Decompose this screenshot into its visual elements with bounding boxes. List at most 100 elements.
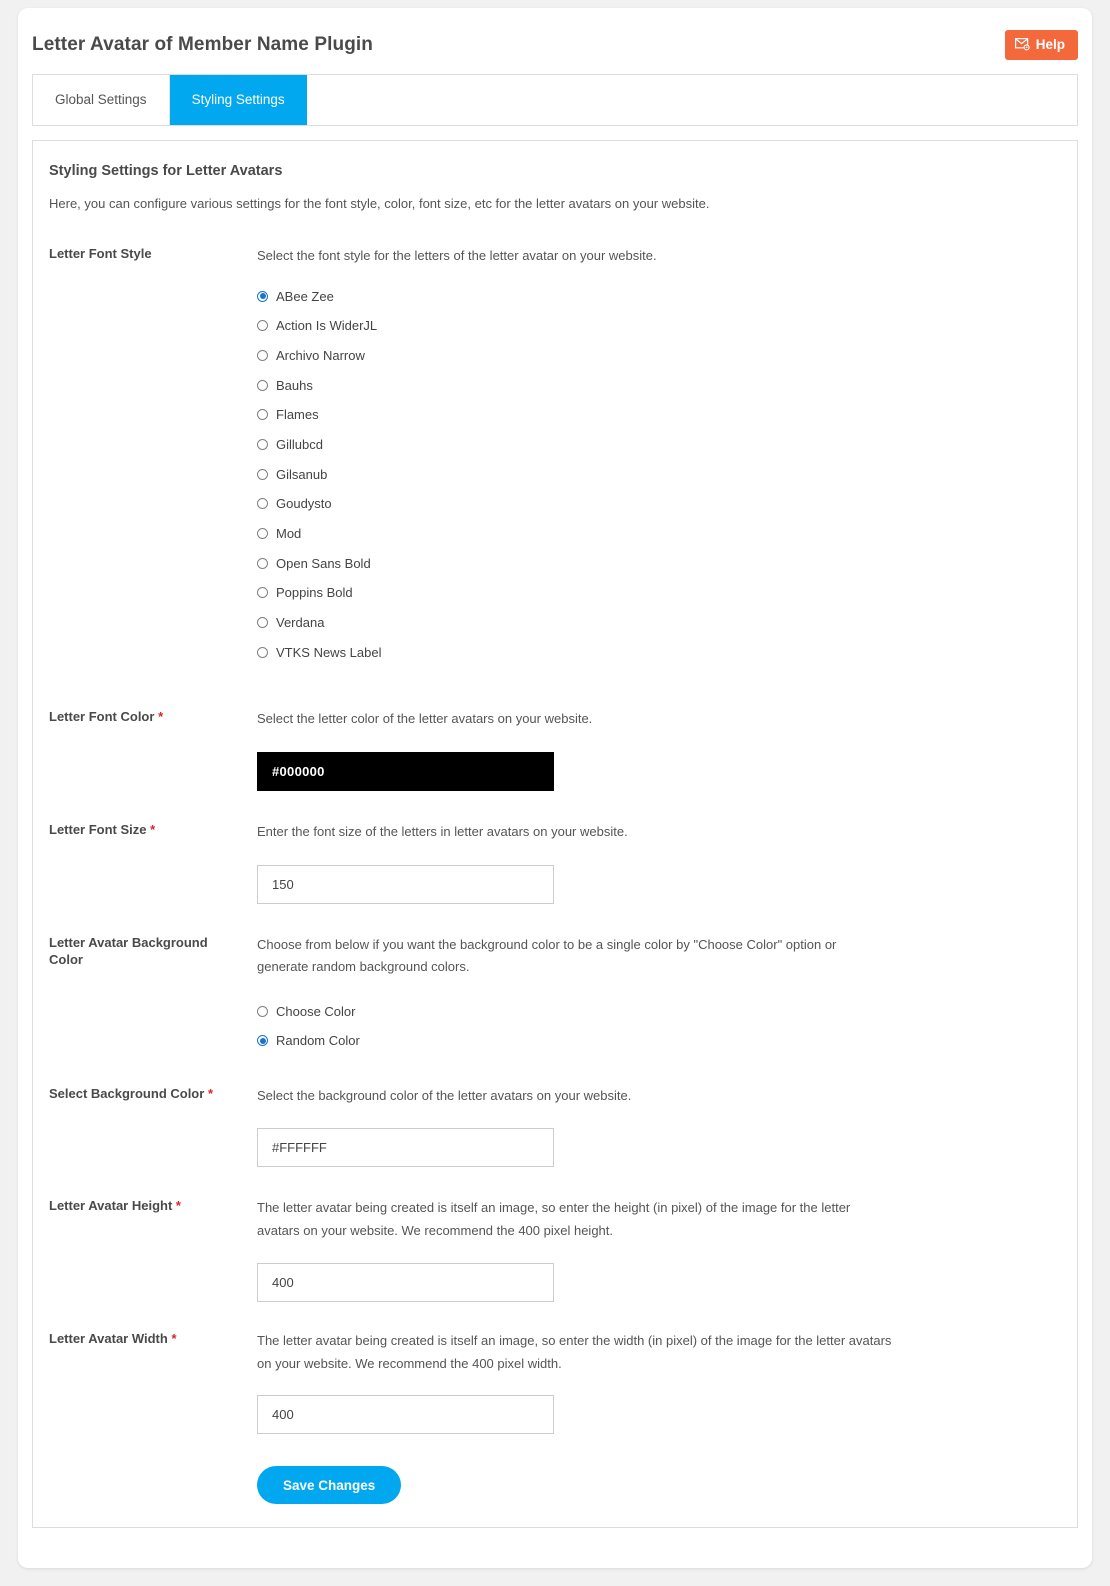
radio-label: VTKS News Label	[276, 644, 382, 660]
tab-global-settings-label: Global Settings	[55, 92, 147, 107]
tab-global-settings[interactable]: Global Settings	[33, 74, 170, 125]
radio-label: Gilsanub	[276, 466, 328, 482]
radio-indicator	[257, 290, 268, 302]
page-header: Letter Avatar of Member Name Plugin Help	[18, 8, 1092, 60]
field-label-text: Letter Font Style	[49, 245, 152, 261]
form-actions: Save Changes	[49, 1466, 1061, 1505]
field-label-select-background-color: Select Background Color *	[49, 1085, 257, 1103]
radio-font-gillubcd[interactable]: Gillubcd	[257, 430, 1061, 460]
field-label-letter-avatar-width: Letter Avatar Width *	[49, 1330, 257, 1348]
background-color-input[interactable]	[257, 1128, 554, 1168]
field-help-letter-font-size: Enter the font size of the letters in le…	[257, 823, 628, 839]
page-title: Letter Avatar of Member Name Plugin	[32, 33, 374, 55]
radio-label: Verdana	[276, 615, 325, 631]
radio-indicator	[257, 617, 268, 629]
panel-description: Here, you can configure various settings…	[49, 195, 710, 211]
field-background-color-mode: Letter Avatar Background Color Choose fr…	[49, 934, 1061, 1056]
required-asterisk: *	[171, 1330, 177, 1346]
radio-font-action-is-widerjl[interactable]: Action Is WiderJL	[257, 311, 1061, 341]
help-button-label: Help	[1035, 37, 1065, 52]
letter-avatar-width-input[interactable]	[257, 1395, 554, 1435]
mail-gear-icon	[1014, 38, 1030, 51]
field-body-background-color-mode: Choose from below if you want the backgr…	[257, 934, 1061, 1056]
radio-font-archivo-narrow[interactable]: Archivo Narrow	[257, 341, 1061, 371]
radio-font-gilsanub[interactable]: Gilsanub	[257, 459, 1061, 489]
field-label-text: Letter Avatar Width	[49, 1330, 168, 1346]
radio-label: Goudysto	[276, 496, 332, 512]
radio-label: Action Is WiderJL	[276, 318, 378, 334]
tab-styling-settings[interactable]: Styling Settings	[169, 74, 307, 125]
field-letter-avatar-width: Letter Avatar Width * The letter avatar …	[49, 1330, 1061, 1435]
radio-label: Bauhs	[276, 377, 313, 393]
radio-random-color[interactable]: Random Color	[257, 1026, 1061, 1056]
required-asterisk: *	[207, 1085, 213, 1101]
radio-label: Open Sans Bold	[276, 555, 371, 571]
radio-font-bauhs[interactable]: Bauhs	[257, 370, 1061, 400]
field-help-letter-avatar-width: The letter avatar being created is itsel…	[257, 1332, 892, 1371]
radio-indicator	[257, 468, 268, 480]
field-label-text: Select Background Color	[49, 1085, 205, 1101]
required-asterisk: *	[158, 709, 164, 725]
radio-indicator	[257, 439, 268, 451]
radio-label: Archivo Narrow	[276, 347, 365, 363]
radio-font-goudysto[interactable]: Goudysto	[257, 489, 1061, 519]
plugin-page-card: Letter Avatar of Member Name Plugin Help…	[18, 8, 1092, 1568]
tabs-filler	[307, 75, 1077, 125]
radio-font-vtks-news-label[interactable]: VTKS News Label	[257, 638, 1061, 668]
required-asterisk: *	[150, 821, 156, 837]
field-body-letter-font-color: Select the letter color of the letter av…	[257, 708, 1061, 791]
field-label-text: Letter Avatar Height	[49, 1198, 173, 1214]
save-changes-button[interactable]: Save Changes	[257, 1466, 402, 1505]
radio-indicator	[257, 349, 268, 361]
field-select-background-color: Select Background Color * Select the bac…	[49, 1085, 1061, 1168]
radio-indicator	[257, 528, 268, 540]
radio-font-poppins-bold[interactable]: Poppins Bold	[257, 578, 1061, 608]
letter-font-size-input[interactable]	[257, 864, 554, 904]
field-body-select-background-color: Select the background color of the lette…	[257, 1085, 1061, 1168]
radio-indicator	[257, 1005, 268, 1017]
radio-label: Poppins Bold	[276, 585, 353, 601]
field-help-letter-font-style: Select the font style for the letters of…	[257, 247, 657, 263]
field-letter-avatar-height: Letter Avatar Height * The letter avatar…	[49, 1197, 1061, 1302]
tab-styling-settings-label: Styling Settings	[191, 92, 285, 107]
radio-label: Mod	[276, 526, 302, 542]
letter-avatar-height-input[interactable]	[257, 1262, 554, 1302]
field-label-letter-font-size: Letter Font Size *	[49, 821, 257, 839]
field-label-background-color-mode: Letter Avatar Background Color	[49, 934, 257, 969]
field-label-letter-avatar-height: Letter Avatar Height *	[49, 1197, 257, 1215]
radio-label: Random Color	[276, 1033, 360, 1049]
panel-title: Styling Settings for Letter Avatars	[49, 162, 283, 179]
field-help-background-color-mode: Choose from below if you want the backgr…	[257, 936, 837, 975]
radio-indicator	[257, 1035, 268, 1047]
settings-tabs: Global Settings Styling Settings	[32, 73, 1078, 126]
field-help-letter-font-color: Select the letter color of the letter av…	[257, 711, 593, 727]
radio-font-open-sans-bold[interactable]: Open Sans Bold	[257, 548, 1061, 578]
field-body-letter-font-size: Enter the font size of the letters in le…	[257, 821, 1061, 904]
radio-font-abee-zee[interactable]: ABee Zee	[257, 281, 1061, 311]
radio-font-mod[interactable]: Mod	[257, 519, 1061, 549]
field-label-letter-font-style: Letter Font Style	[49, 245, 257, 263]
field-label-letter-font-color: Letter Font Color *	[49, 708, 257, 726]
field-body-letter-avatar-width: The letter avatar being created is itsel…	[257, 1330, 1061, 1435]
background-color-mode-radio-group: Choose Color Random Color	[257, 996, 1061, 1055]
radio-label: ABee Zee	[276, 288, 334, 304]
radio-label: Gillubcd	[276, 437, 323, 453]
radio-indicator	[257, 498, 268, 510]
help-button[interactable]: Help	[1004, 30, 1078, 60]
radio-label: Flames	[276, 407, 319, 423]
radio-indicator	[257, 379, 268, 391]
radio-label: Choose Color	[276, 1003, 356, 1019]
field-body-letter-avatar-height: The letter avatar being created is itsel…	[257, 1197, 1061, 1302]
radio-indicator	[257, 409, 268, 421]
font-style-radio-group: ABee Zee Action Is WiderJL Archivo Narro…	[257, 281, 1061, 667]
field-body-letter-font-style: Select the font style for the letters of…	[257, 245, 1061, 668]
styling-settings-panel: Styling Settings for Letter Avatars Here…	[32, 139, 1078, 1528]
radio-indicator	[257, 320, 268, 332]
required-asterisk: *	[175, 1198, 181, 1214]
radio-font-flames[interactable]: Flames	[257, 400, 1061, 430]
letter-font-color-input[interactable]	[257, 751, 554, 791]
field-letter-font-size: Letter Font Size * Enter the font size o…	[49, 821, 1061, 904]
radio-font-verdana[interactable]: Verdana	[257, 608, 1061, 638]
radio-choose-color[interactable]: Choose Color	[257, 996, 1061, 1026]
field-help-letter-avatar-height: The letter avatar being created is itsel…	[257, 1200, 851, 1239]
